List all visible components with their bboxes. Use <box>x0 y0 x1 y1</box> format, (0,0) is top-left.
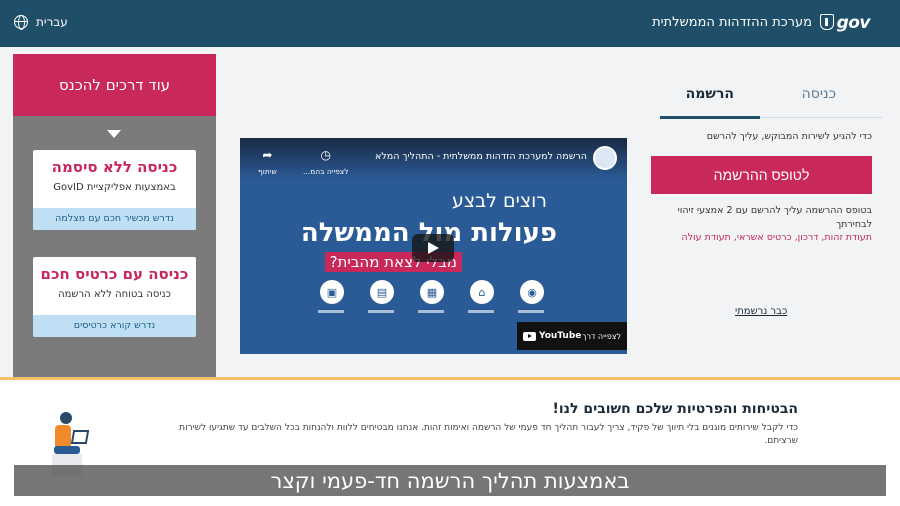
gov-logo[interactable]: gov <box>837 13 871 33</box>
youtube-logo: YouTube <box>523 331 581 341</box>
top-bar: מערכת ההזדהות הממשלתית עברית <box>0 0 900 47</box>
already-registered-link[interactable]: כבר נרשמתי <box>735 306 787 317</box>
bus-icon: ▦ <box>420 280 444 304</box>
brand[interactable]: מערכת ההזדהות הממשלתית <box>652 14 834 30</box>
person-head <box>60 412 72 424</box>
share-button[interactable]: ➦ שיתוף <box>258 148 277 176</box>
active-tab-indicator <box>660 116 760 119</box>
smart-card-login-card[interactable]: כניסה עם כרטיס חכם כניסה בטוחה ללא הרשמה… <box>33 257 196 337</box>
tab-login[interactable]: כניסה <box>802 86 836 102</box>
house-icon: ⌂ <box>470 280 494 304</box>
icon-caption <box>518 310 544 313</box>
icon-caption <box>468 310 494 313</box>
passwordless-login-card[interactable]: כניסה ללא סיסמה באמצעות אפליקציית GovID … <box>33 150 196 230</box>
card-subtitle: כניסה בטוחה ללא הרשמה <box>58 289 171 300</box>
register-info: בטופס ההרשמה עליך להרשם עם 2 אמצעי זיהוי… <box>677 205 872 230</box>
smart-card-icon: ▣ <box>320 280 344 304</box>
icon-caption <box>368 310 394 313</box>
card-title: כניסה ללא סיסמה <box>51 158 178 176</box>
document-icon: ▤ <box>370 280 394 304</box>
watch-on-label: לצפייה דרך <box>582 331 621 341</box>
service-icons: ▣ ▤ ▦ ⌂ ◉ <box>320 280 544 304</box>
other-ways-heading: עוד דרכים להכנס <box>13 54 216 116</box>
caret-down-icon <box>107 130 121 138</box>
person-body <box>55 425 71 447</box>
emblem-icon <box>820 14 834 30</box>
site-title: מערכת ההזדהות הממשלתית <box>652 14 812 30</box>
icon-caption <box>318 310 344 313</box>
security-body: כדי לקבל שירותים מוגנים בלי תיווך של פקי… <box>179 423 798 446</box>
other-ways-heading-text: עוד דרכים להכנס <box>58 76 171 94</box>
youtube-play-icon <box>523 331 536 341</box>
video-subtitle: באמצעות תהליך הרשמה חד-פעמי וקצר <box>270 468 630 493</box>
channel-avatar[interactable] <box>593 146 617 170</box>
card-title: כניסה עם כרטיס חכם <box>40 265 189 283</box>
clock-icon: ◷ <box>320 148 331 162</box>
card-subtitle: באמצעות אפליקציית GovID <box>53 182 176 193</box>
watch-later-button[interactable]: ◷ לצפייה בהמ... <box>303 148 349 176</box>
card-requirement: נדרש קורא כרטיסים <box>33 315 196 337</box>
youtube-label: YouTube <box>539 331 582 341</box>
person-legs <box>54 446 80 454</box>
globe-icon <box>14 15 28 30</box>
video-line-1: רוצים לבצע <box>451 190 547 212</box>
video-subtitle-bar: באמצעות תהליך הרשמה חד-פעמי וקצר <box>14 465 886 496</box>
laptop-icon <box>70 430 90 444</box>
tab-register[interactable]: הרשמה <box>686 86 734 102</box>
play-button-icon[interactable] <box>412 234 454 262</box>
register-prompt: כדי להגיע לשירות המבוקש, עליך להרשם <box>706 131 872 142</box>
globe-service-icon: ◉ <box>520 280 544 304</box>
language-switch[interactable]: עברית <box>14 15 68 30</box>
icon-caption <box>418 310 444 313</box>
register-form-button[interactable]: לטופס ההרשמה <box>651 156 872 194</box>
video-title[interactable]: הרשמה למערכת הזדהות ממשלתית - התהליך המל… <box>375 151 587 162</box>
section-divider <box>0 377 900 380</box>
watch-on-youtube-button[interactable]: YouTube לצפייה דרך <box>517 322 627 350</box>
share-label: שיתוף <box>258 167 277 176</box>
language-label: עברית <box>36 15 68 29</box>
share-icon: ➦ <box>262 148 273 162</box>
other-ways-panel: עוד דרכים להכנס כניסה ללא סיסמה באמצעות … <box>13 54 216 378</box>
auth-tabs: כניסה הרשמה <box>658 80 882 119</box>
id-documents-list: תעודת זהות, דרכון, כרטיס אשראי, תעודת עו… <box>681 232 872 243</box>
service-icon-captions <box>318 310 544 313</box>
security-title: הבטיחות והפרטיות שלכם חשובים לנו! <box>552 401 798 417</box>
card-requirement: נדרש מכשיר חכם עם מצלמה <box>33 208 196 230</box>
watch-later-label: לצפייה בהמ... <box>303 167 349 176</box>
